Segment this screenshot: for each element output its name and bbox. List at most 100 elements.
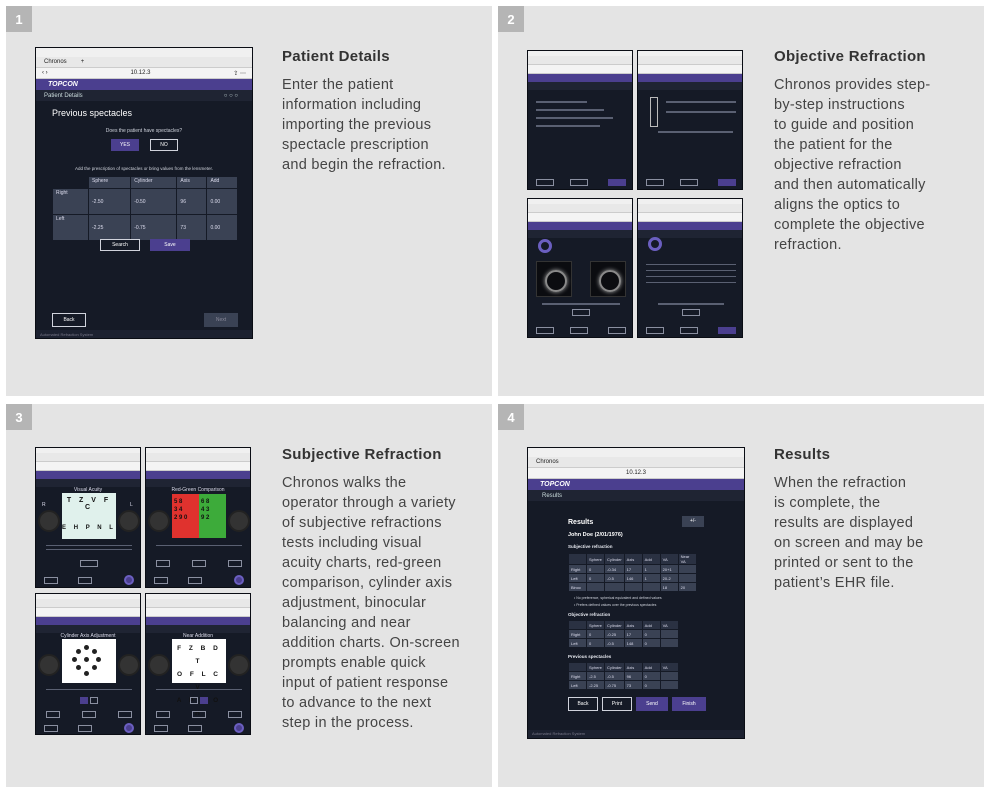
panel-title: Subjective Refraction bbox=[282, 446, 442, 463]
patient-name: John Doe (2/01/1976) bbox=[568, 532, 623, 538]
right-eye-knob bbox=[148, 654, 170, 676]
subjective-table: Sphere Cylinder Axis Add VA Near VA Right 0 -0.… bbox=[568, 553, 697, 592]
note-line: • No preference, spherical equivalent an… bbox=[574, 596, 662, 600]
search-button[interactable]: Search bbox=[100, 239, 140, 251]
subjective-title: Subjective refraction bbox=[568, 544, 613, 549]
yes-button[interactable]: YES bbox=[111, 139, 139, 151]
page-heading: Previous spectacles bbox=[52, 108, 133, 118]
panel-title: Results bbox=[774, 446, 831, 463]
footer-text: Automated Refraction System bbox=[36, 330, 252, 338]
tablet-positioning-2 bbox=[637, 50, 743, 190]
column-header: Axis bbox=[176, 176, 208, 189]
finish-button[interactable]: Finish bbox=[672, 697, 706, 711]
row-label: Left bbox=[52, 214, 89, 241]
save-button[interactable]: Save bbox=[150, 239, 190, 251]
new-tab-icon[interactable]: + bbox=[81, 59, 85, 65]
results-heading: Results bbox=[568, 519, 594, 526]
left-axis-field[interactable]: 73 bbox=[176, 214, 208, 241]
no-button[interactable]: NO bbox=[150, 139, 178, 151]
tablet-measuring bbox=[637, 198, 743, 338]
left-add-field[interactable]: 0.00 bbox=[206, 214, 238, 241]
topcon-logo: TOPCON bbox=[48, 81, 78, 88]
section-bar: Results bbox=[528, 490, 744, 501]
step-indicator-icon: ○ ○ ○ bbox=[223, 92, 238, 99]
url-bar[interactable]: 10.12.3 bbox=[528, 468, 744, 479]
section-label: Patient Details bbox=[44, 92, 83, 99]
url-bar[interactable]: ‹ › 10.12.3 ⇪ ⋯ bbox=[36, 68, 252, 79]
objective-table: Sphere Cylinder Axis Add VA Right 0 -0.25 17 0 L… bbox=[568, 620, 679, 648]
right-eye-knob bbox=[148, 510, 170, 532]
url-text[interactable]: 10.12.3 bbox=[130, 70, 150, 76]
brand-bar: TOPCON bbox=[36, 79, 252, 90]
tablet-alignment bbox=[527, 198, 633, 338]
right-cylinder-field[interactable]: -0.50 bbox=[130, 188, 178, 215]
panel-description: Chronos provides step-by-step instructio… bbox=[774, 77, 931, 253]
send-button[interactable]: Send bbox=[636, 697, 668, 711]
tablet-visual-acuity: Visual Acuity R L T Z V F C E H P N L bbox=[35, 447, 141, 588]
prescription-table: Sphere Cylinder Axis Add Right -2.50 -0.… bbox=[52, 176, 238, 241]
back-button[interactable]: Back bbox=[52, 313, 86, 327]
step-number: 3 bbox=[6, 404, 32, 430]
right-eye-camera bbox=[536, 261, 572, 297]
spectacles-question: Does the patient have spectacles? bbox=[105, 128, 183, 134]
green-panel: 6 84 39 2 bbox=[199, 494, 226, 538]
step-number: 4 bbox=[498, 404, 524, 430]
add-prescription-text: Add the prescription of spectacles or br… bbox=[74, 166, 214, 171]
browser-tab-bar: Chronos + bbox=[36, 57, 252, 68]
panel-description: Enter the patient information including im… bbox=[282, 77, 446, 173]
left-cylinder-field[interactable]: -0.75 bbox=[130, 214, 178, 241]
tablet-patient-details: Chronos + ‹ › 10.12.3 ⇪ ⋯ TOPCON Patient De… bbox=[35, 47, 253, 339]
tablet-positioning-1 bbox=[527, 50, 633, 190]
right-eye-knob bbox=[38, 654, 60, 676]
browser-tab-bar: Chronos bbox=[528, 457, 744, 468]
url-text[interactable]: 10.12.3 bbox=[626, 470, 646, 476]
panel-objective-refraction: 2 Objective Refraction Chronos provides … bbox=[498, 6, 984, 396]
share-icon[interactable]: ⇪ ⋯ bbox=[233, 70, 246, 77]
right-add-field[interactable]: 0.00 bbox=[206, 188, 238, 215]
panel-description: When the refraction is complete, the resul… bbox=[774, 475, 924, 591]
column-header: Cylinder bbox=[130, 176, 178, 189]
panel-subjective-refraction: 3 Visual Acuity R L T Z V F C E H P N L … bbox=[6, 404, 492, 787]
near-chart: F Z B D T O F L C V A P E O H bbox=[172, 639, 226, 717]
row-label: Right bbox=[52, 188, 89, 215]
previous-table: Sphere Cylinder Axis Add VA Right -2.5 -0.5 96 0… bbox=[568, 662, 679, 690]
tablet-results: Chronos 10.12.3 TOPCON Results Results +… bbox=[527, 447, 745, 739]
section-bar: Patient Details ○ ○ ○ bbox=[36, 90, 252, 101]
tablet-red-green: Red-Green Comparison 5 83 42 9 0 6 84 39… bbox=[145, 447, 251, 588]
red-panel: 5 83 42 9 0 bbox=[172, 494, 199, 538]
back-button[interactable]: Back bbox=[568, 697, 598, 711]
status-bar bbox=[36, 48, 252, 57]
tablet-near-addition: Near Addition F Z B D T O F L C V A P E … bbox=[145, 593, 251, 735]
browser-tab[interactable]: Chronos bbox=[536, 459, 559, 465]
right-axis-field[interactable]: 96 bbox=[176, 188, 208, 215]
panel-results: 4 Chronos 10.12.3 TOPCON Results Results… bbox=[498, 404, 984, 787]
footer-text: Automated Refraction System bbox=[528, 730, 744, 738]
panel-title: Objective Refraction bbox=[774, 48, 926, 65]
left-sphere-field[interactable]: -2.25 bbox=[87, 214, 132, 241]
browser-tab[interactable]: Chronos bbox=[44, 59, 67, 65]
brand-bar: TOPCON bbox=[528, 479, 744, 490]
tablet-cylinder-axis: Cylinder Axis Adjustment bbox=[35, 593, 141, 735]
right-sphere-field[interactable]: -2.50 bbox=[87, 188, 132, 215]
status-bar bbox=[528, 448, 744, 457]
left-eye-knob bbox=[228, 654, 250, 676]
rg-title: Red-Green Comparison bbox=[171, 487, 225, 493]
section-label: Results bbox=[542, 492, 563, 499]
toggle-button[interactable]: +/- bbox=[682, 516, 704, 527]
right-eye-knob bbox=[38, 510, 60, 532]
nav-arrows-icon[interactable]: ‹ › bbox=[42, 70, 48, 76]
left-eye-knob bbox=[118, 510, 140, 532]
left-label: L bbox=[130, 502, 133, 508]
dot-chart bbox=[62, 639, 116, 683]
step-number: 2 bbox=[498, 6, 524, 32]
note-line: • Prefers defined values over the previo… bbox=[574, 603, 657, 607]
print-button[interactable]: Print bbox=[602, 697, 632, 711]
left-eye-camera bbox=[590, 261, 626, 297]
table-corner bbox=[52, 176, 89, 189]
panel-title: Patient Details bbox=[282, 48, 390, 65]
topcon-logo: TOPCON bbox=[540, 481, 570, 488]
panel-patient-details: 1 Chronos + ‹ › 10.12.3 ⇪ ⋯ TOPCON Patient … bbox=[6, 6, 492, 396]
objective-title: Objective refraction bbox=[568, 612, 611, 617]
next-button[interactable]: Next bbox=[204, 313, 238, 327]
left-eye-knob bbox=[118, 654, 140, 676]
